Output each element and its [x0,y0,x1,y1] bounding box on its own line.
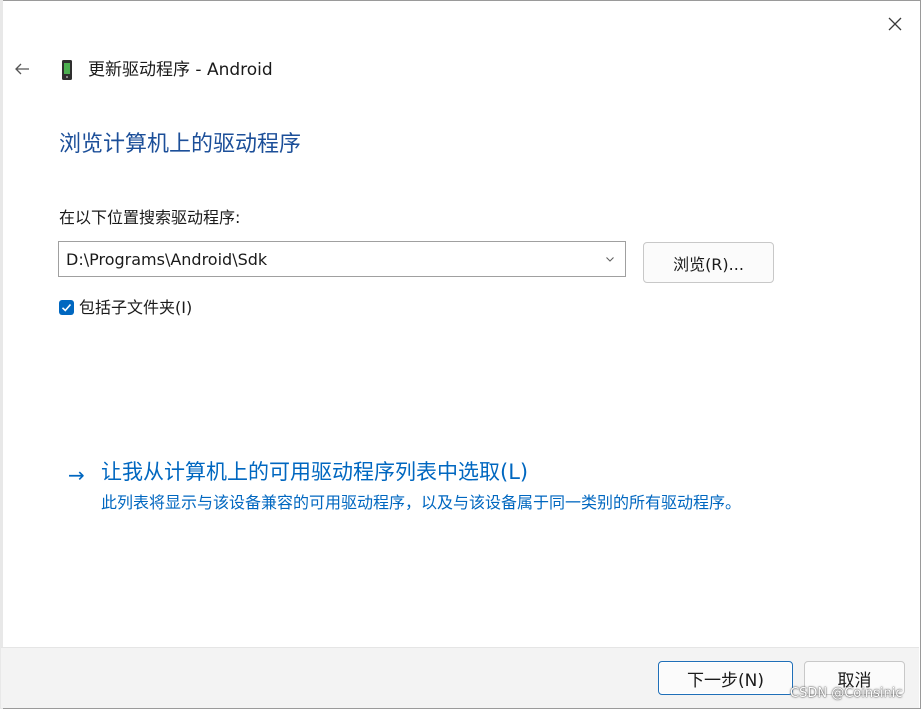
chevron-down-icon[interactable] [605,254,615,264]
watermark-text: CSDN @Coinsinic [790,686,903,701]
background-window-edge [0,0,3,709]
checkmark-icon [61,303,72,312]
page-title: 浏览计算机上的驱动程序 [59,132,302,157]
phone-device-icon [62,60,72,80]
include-subfolders-checkbox[interactable] [59,300,74,315]
driver-update-dialog [0,0,921,709]
include-subfolders-label[interactable]: 包括子文件夹(I) [79,297,192,319]
driver-path-combobox[interactable] [58,241,626,277]
arrow-right-icon[interactable]: → [68,462,85,488]
pick-from-list-link[interactable]: 让我从计算机上的可用驱动程序列表中选取(L) [101,457,528,487]
pick-from-list-description[interactable]: 此列表将显示与该设备兼容的可用驱动程序，以及与该设备属于同一类别的所有驱动程序。 [101,490,801,515]
back-button[interactable] [8,55,36,83]
dialog-header-title: 更新驱动程序 - Android [88,60,273,80]
search-location-label: 在以下位置搜索驱动程序: [59,208,241,227]
next-button[interactable]: 下一步(N) [658,661,793,695]
close-icon [888,17,902,31]
arrow-left-icon [15,63,29,75]
close-button[interactable] [872,6,918,42]
driver-path-input[interactable] [59,242,589,276]
browse-button[interactable]: 浏览(R)... [643,242,774,283]
